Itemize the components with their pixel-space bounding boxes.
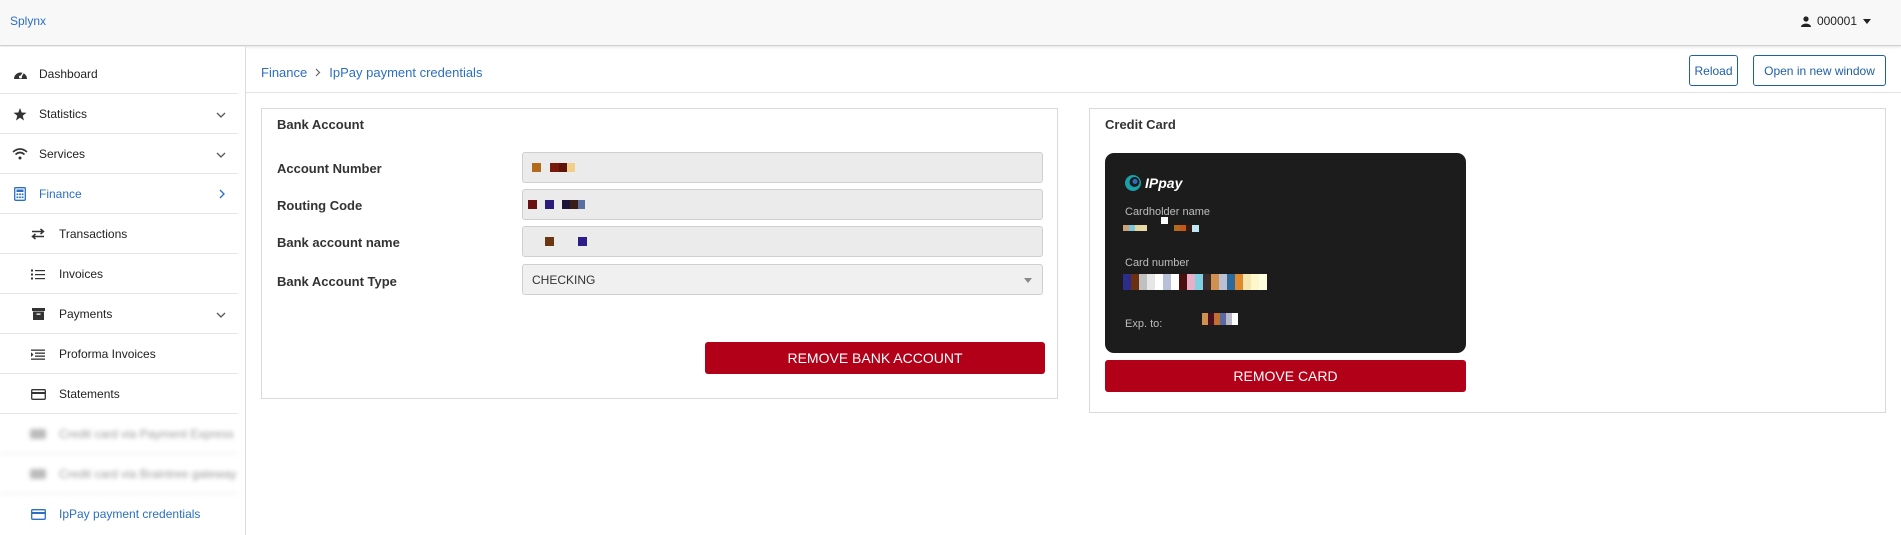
sidebar-item-label: Credit card via Payment Express [59,426,234,441]
sidebar-item-ippay[interactable]: IpPay payment credentials [0,494,238,534]
account-number-field[interactable] [522,152,1043,183]
archive-icon [30,307,46,321]
bank-account-name-field[interactable] [522,226,1043,257]
sidebar-item-label: Dashboard [39,66,98,81]
sidebar-item-label: Statements [59,386,120,401]
chevron-down-icon [216,148,226,162]
caret-down-icon [1863,18,1871,24]
bank-account-type-select[interactable]: CHECKING [522,264,1043,295]
credit-card-preview: IPpay Cardholder name Card number Exp. t… [1105,153,1466,353]
caret-down-icon [1024,278,1032,283]
ippay-logo: IPpay [1124,174,1182,192]
brand-logo-link[interactable]: Splynx [10,14,46,28]
remove-card-button[interactable]: REMOVE CARD [1105,360,1466,392]
chevron-down-icon [216,308,226,322]
top-bar: Splynx 000001 [0,0,1901,46]
list-icon [30,267,46,281]
star-icon [12,107,28,121]
card-number-label: Card number [1125,257,1190,269]
sidebar-item-label: Finance [39,186,82,201]
exp-label: Exp. to: [1125,318,1163,330]
sidebar-item-services[interactable]: Services [0,134,238,174]
sidebar-item-finance[interactable]: Finance [0,174,238,214]
sidebar-item-label: Payments [59,306,113,321]
chevron-right-icon [219,188,226,202]
bank-account-name-label: Bank account name [277,235,400,250]
open-in-new-window-button[interactable]: Open in new window [1753,55,1886,86]
card-number-value [1123,274,1267,290]
sidebar-item-dashboard[interactable]: Dashboard [0,54,238,94]
breadcrumb: Finance IpPay payment credentials [261,65,482,80]
main-content: Finance IpPay payment credentials Reload… [246,47,1901,535]
sidebar-item-proforma-invoices[interactable]: Proforma Invoices [0,334,238,374]
sidebar-item-statements[interactable]: Statements [0,374,238,414]
sidebar-item-label: Transactions [59,226,128,241]
sidebar-item-label: Credit card via Braintree gateway [59,466,237,481]
sidebar-item-statistics[interactable]: Statistics [0,94,238,134]
bank-account-panel: Bank Account Account Number Routing Code… [261,108,1058,399]
calculator-icon [12,187,28,201]
breadcrumb-finance-link[interactable]: Finance [261,65,307,80]
sidebar: Dashboard Statistics Services Finance Tr… [0,47,246,535]
card-icon [30,507,46,521]
transactions-icon [30,227,46,241]
routing-code-label: Routing Code [277,198,363,213]
cardholder-name-value [1123,217,1199,232]
indent-list-icon [30,347,46,361]
dashboard-icon [12,67,28,81]
chevron-right-icon [315,66,321,80]
sidebar-item-payment-express[interactable]: Credit card via Payment Express [0,414,238,454]
ippay-logo-icon [1125,175,1141,191]
sidebar-item-transactions[interactable]: Transactions [0,214,238,254]
sidebar-item-label: Invoices [59,266,104,281]
card-icon [30,387,46,401]
ippay-logo-text: IPpay [1145,175,1183,191]
sidebar-item-braintree[interactable]: Credit card via Braintree gateway [0,454,238,494]
sidebar-item-invoices[interactable]: Invoices [0,254,238,294]
reload-button[interactable]: Reload [1689,55,1738,86]
sidebar-item-label: Proforma Invoices [59,346,156,361]
sidebar-item-label: Services [39,146,86,161]
credit-card-title: Credit Card [1105,117,1176,132]
exp-value [1202,313,1238,325]
card-icon [30,467,46,481]
wifi-icon [12,147,28,161]
user-icon [1800,15,1811,27]
bank-account-type-label: Bank Account Type [277,274,397,289]
chevron-down-icon [216,108,226,122]
user-menu[interactable]: 000001 [1800,14,1871,28]
sidebar-item-label: IpPay payment credentials [59,507,201,521]
bank-account-type-value: CHECKING [532,272,596,287]
sidebar-item-label: Statistics [39,106,88,121]
breadcrumb-current: IpPay payment credentials [329,65,483,80]
routing-code-field[interactable] [522,189,1043,220]
sidebar-item-payments[interactable]: Payments [0,294,238,334]
user-name: 000001 [1816,14,1857,28]
remove-bank-account-button[interactable]: REMOVE BANK ACCOUNT [705,342,1045,374]
bank-account-title: Bank Account [277,117,364,132]
header-divider [246,92,1901,93]
account-number-label: Account Number [277,161,382,176]
credit-card-panel: Credit Card IPpay Cardholder name Card n… [1089,108,1886,413]
card-icon [30,427,46,441]
